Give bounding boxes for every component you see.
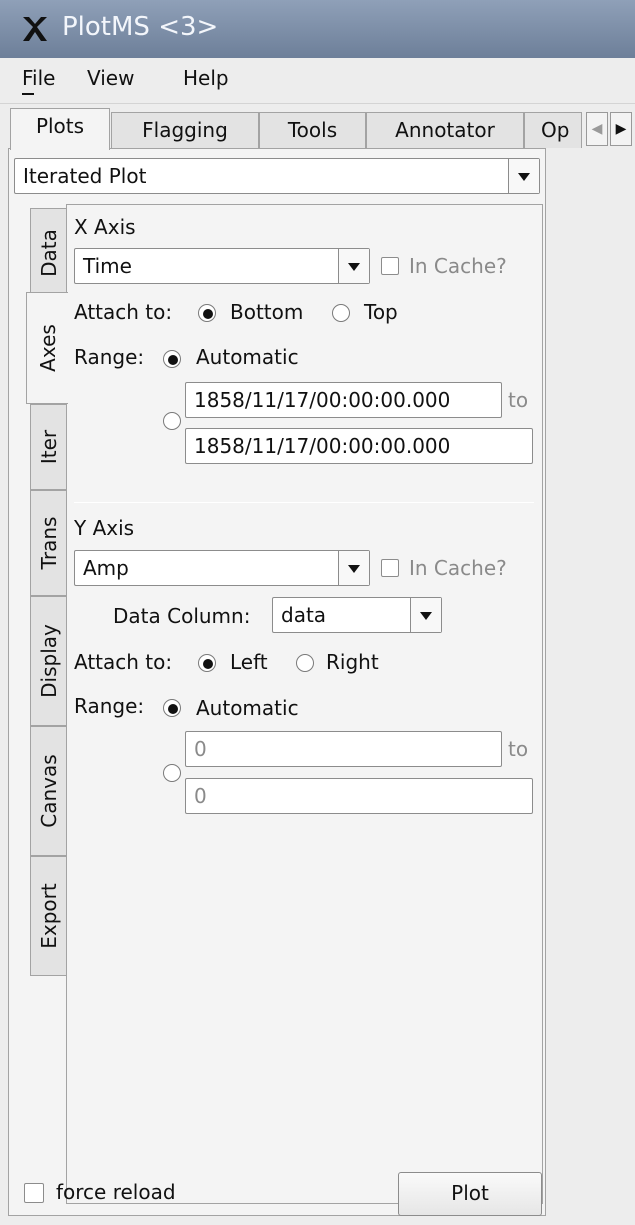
chevron-down-icon [508,159,539,193]
tab-flagging[interactable]: Flagging [111,112,259,148]
y-in-cache-label: In Cache? [409,556,507,580]
chevron-right-icon: ▶ [615,121,627,137]
menu-help[interactable]: Help [183,66,229,90]
y-attach-right-label: Right [326,650,379,674]
side-tab-export[interactable]: Export [30,856,66,976]
y-axis-value: Amp [83,556,129,580]
y-attach-right-radio[interactable] [296,654,314,672]
side-tab-display[interactable]: Display [30,596,66,726]
axis-separator [74,502,534,503]
force-reload-label: force reload [56,1180,176,1204]
side-tab-trans[interactable]: Trans [30,490,66,596]
x-range-auto-label: Automatic [196,345,299,369]
x-attach-top-radio[interactable] [332,304,350,322]
side-tab-axes[interactable]: Axes [26,292,68,404]
tab-annotator[interactable]: Annotator [366,112,524,148]
x-in-cache-checkbox[interactable] [381,257,399,275]
plot-button[interactable]: Plot [398,1172,542,1216]
y-in-cache-checkbox[interactable] [381,559,399,577]
menu-file-mnemonic [22,93,34,95]
x-attach-bottom-radio[interactable] [198,304,216,322]
x-axis-value: Time [83,254,132,278]
y-attach-left-label: Left [230,650,268,674]
x-range-manual-radio[interactable] [163,412,181,430]
y-range-from-input[interactable]: 0 [185,731,502,767]
data-column-label: Data Column: [113,604,251,628]
chevron-left-icon: ◀ [591,121,603,137]
y-range-manual-radio[interactable] [163,764,181,782]
x-axis-select[interactable]: Time [74,248,370,284]
y-attach-left-radio[interactable] [198,654,216,672]
x-range-auto-radio[interactable] [163,350,181,368]
tab-options[interactable]: Op [524,112,582,148]
x-range-to-input[interactable]: 1858/11/17/00:00:00.000 [185,428,533,464]
tab-tools[interactable]: Tools [259,112,366,148]
chevron-down-icon [338,551,369,585]
plot-type-value: Iterated Plot [23,164,147,188]
x-attach-bottom-label: Bottom [230,300,304,324]
force-reload-checkbox[interactable] [24,1183,44,1203]
menu-file[interactable]: File [22,66,55,90]
window-title: PlotMS <3> [62,12,219,42]
chevron-down-icon [410,598,441,632]
tab-scroll-right-button[interactable]: ▶ [610,112,632,146]
y-range-auto-label: Automatic [196,696,299,720]
tab-scroll-left-button[interactable]: ◀ [586,112,608,146]
menu-view[interactable]: View [87,66,134,90]
x-range-to-label: to [508,388,529,412]
x-attach-label: Attach to: [74,300,173,324]
side-tab-canvas[interactable]: Canvas [30,726,66,856]
x-axis-heading: X Axis [74,215,136,239]
y-attach-label: Attach to: [74,650,173,674]
data-column-select[interactable]: data [272,597,442,633]
chevron-down-icon [338,249,369,283]
y-axis-heading: Y Axis [74,516,135,540]
y-range-label: Range: [74,694,145,718]
y-range-to-label: to [508,737,529,761]
side-tab-data[interactable]: Data [30,208,66,298]
side-tab-iter[interactable]: Iter [30,404,66,490]
tab-plots[interactable]: Plots [10,108,110,150]
x-range-label: Range: [74,345,145,369]
y-range-to-input[interactable]: 0 [185,778,533,814]
x-attach-top-label: Top [364,300,398,324]
plot-type-select[interactable]: Iterated Plot [14,158,540,194]
app-icon [23,17,47,41]
y-axis-select[interactable]: Amp [74,550,370,586]
x-range-from-input[interactable]: 1858/11/17/00:00:00.000 [185,382,502,418]
data-column-value: data [281,603,327,627]
y-range-auto-radio[interactable] [163,699,181,717]
x-in-cache-label: In Cache? [409,254,507,278]
